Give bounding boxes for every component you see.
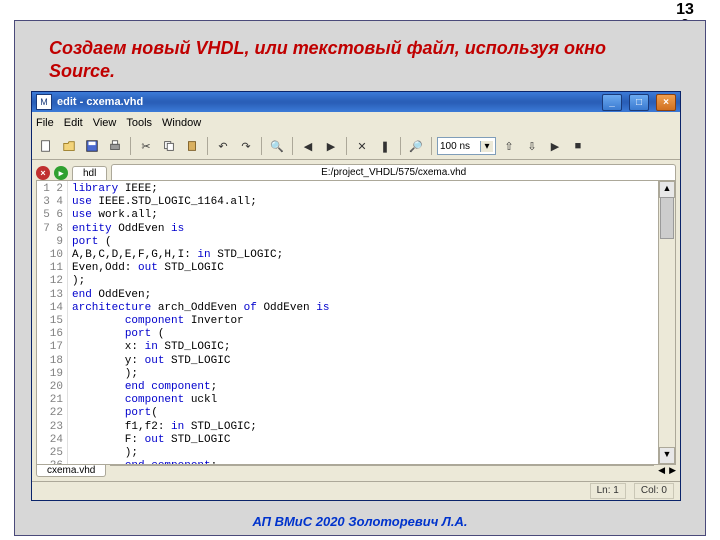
scroll-down-icon[interactable]: ▼	[659, 447, 675, 464]
toolbar: ✂ ↶ ↷ 🔍 ◀ ▶ ✕ ❚ 🔎 100 ns▾ ⇧ ⇩ ▶ ■	[32, 133, 680, 160]
minimize-button[interactable]: _	[602, 94, 622, 111]
vertical-scrollbar[interactable]: ▲ ▼	[658, 181, 675, 464]
bottom-file-tab[interactable]: cxema.vhd	[36, 465, 106, 477]
tab-nav-icon[interactable]: ▸	[54, 166, 68, 180]
titlebar: M edit - cxema.vhd _ □ ×	[32, 92, 680, 112]
bottom-nav-left-icon[interactable]: ◀	[658, 465, 665, 476]
tool-x-icon[interactable]: ✕	[352, 136, 372, 156]
scroll-up-icon[interactable]: ▲	[659, 181, 675, 198]
menu-edit[interactable]: Edit	[64, 117, 83, 129]
status-col: Col: 0	[634, 483, 674, 499]
indent-right-icon[interactable]: ▶	[321, 136, 341, 156]
bottom-tabbar: cxema.vhd ◀ ▶	[32, 465, 680, 481]
line-gutter: 1 2 3 4 5 6 7 8 9 10 11 12 13 14 15 16 1…	[37, 181, 68, 464]
run-icon[interactable]: ▶	[545, 136, 565, 156]
menubar: File Edit View Tools Window	[32, 112, 680, 133]
statusbar: Ln: 1 Col: 0	[32, 481, 680, 500]
new-icon[interactable]	[36, 136, 56, 156]
slide-title: Создаем новый VHDL, или текстовый файл, …	[49, 37, 655, 82]
code-area[interactable]: library IEEE; use IEEE.STD_LOGIC_1164.al…	[68, 181, 658, 464]
slide-footer: АП ВМиС 2020 Золоторевич Л.А.	[15, 514, 705, 529]
step-down-icon[interactable]: ⇩	[522, 136, 542, 156]
undo-icon[interactable]: ↶	[213, 136, 233, 156]
menu-window[interactable]: Window	[162, 117, 201, 129]
slide-frame: Создаем новый VHDL, или текстовый файл, …	[14, 20, 706, 536]
app-icon: M	[36, 94, 52, 110]
window-title: edit - cxema.vhd	[57, 96, 595, 108]
save-icon[interactable]	[82, 136, 102, 156]
status-line: Ln: 1	[590, 483, 626, 499]
file-tab[interactable]: hdl	[72, 166, 107, 180]
open-icon[interactable]	[59, 136, 79, 156]
time-field[interactable]: 100 ns▾	[437, 137, 496, 155]
menu-file[interactable]: File	[36, 117, 54, 129]
editor-window: M edit - cxema.vhd _ □ × File Edit View …	[31, 91, 681, 501]
step-up-icon[interactable]: ⇧	[499, 136, 519, 156]
stop-icon[interactable]: ■	[568, 136, 588, 156]
menu-view[interactable]: View	[93, 117, 117, 129]
redo-icon[interactable]: ↷	[236, 136, 256, 156]
bottom-nav-right-icon[interactable]: ▶	[669, 465, 676, 476]
maximize-button[interactable]: □	[629, 94, 649, 111]
copy-icon[interactable]	[159, 136, 179, 156]
find-icon[interactable]: 🔍	[267, 136, 287, 156]
tabbar: × ▸ hdl E:/project_VHDL/575/cxema.vhd	[32, 160, 680, 180]
close-button[interactable]: ×	[656, 94, 676, 111]
bookmark-icon[interactable]: ❚	[375, 136, 395, 156]
paste-icon[interactable]	[182, 136, 202, 156]
scroll-thumb[interactable]	[660, 197, 674, 239]
print-icon[interactable]	[105, 136, 125, 156]
file-path: E:/project_VHDL/575/cxema.vhd	[111, 164, 676, 180]
zoom-icon[interactable]: 🔎	[406, 136, 426, 156]
menu-tools[interactable]: Tools	[126, 117, 152, 129]
tab-close-all-icon[interactable]: ×	[36, 166, 50, 180]
cut-icon[interactable]: ✂	[136, 136, 156, 156]
indent-left-icon[interactable]: ◀	[298, 136, 318, 156]
editor[interactable]: 1 2 3 4 5 6 7 8 9 10 11 12 13 14 15 16 1…	[36, 180, 676, 465]
